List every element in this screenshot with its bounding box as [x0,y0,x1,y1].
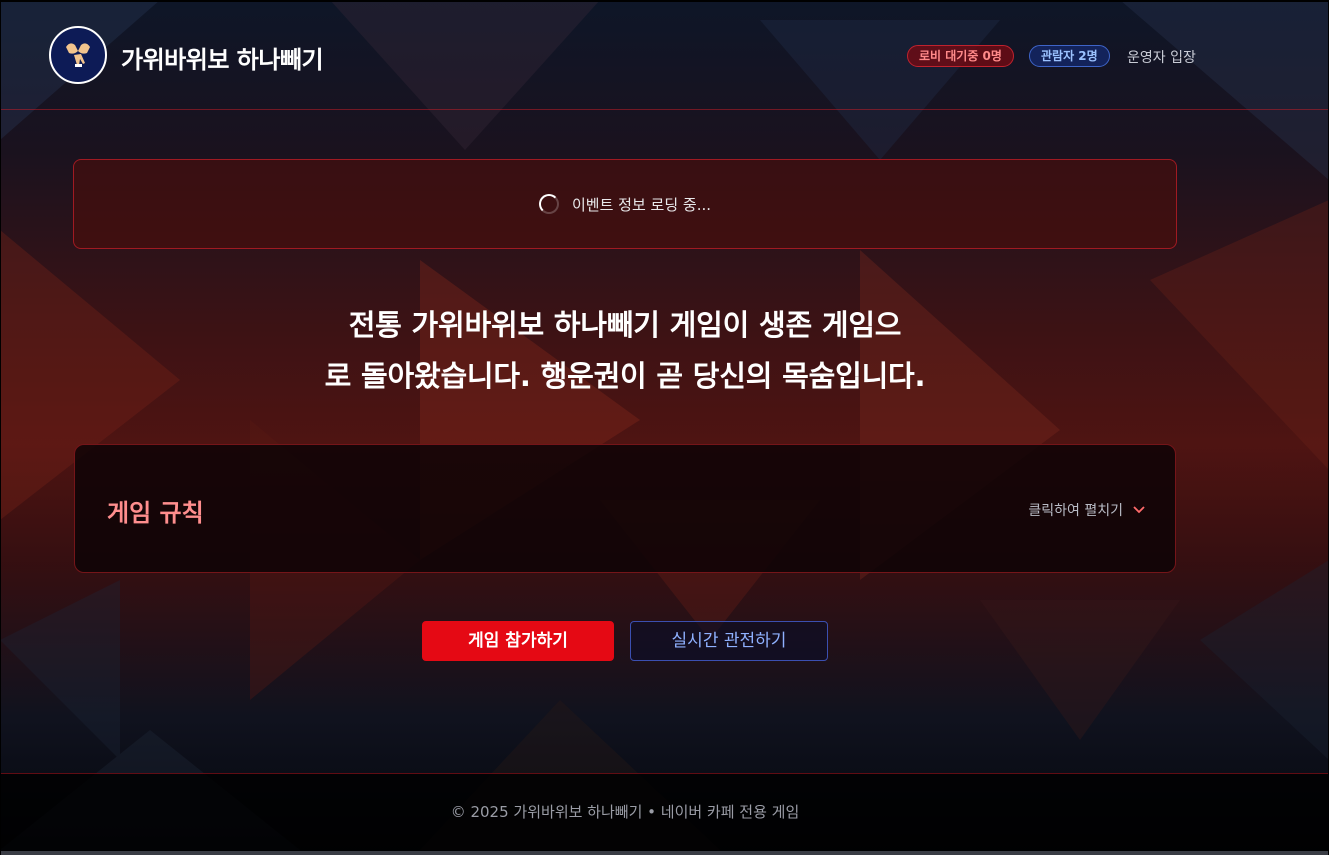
site-logo[interactable] [49,26,107,84]
lobby-count-badge: 로비 대기중 0명 [907,45,1014,67]
horizontal-scrollbar[interactable] [0,851,1329,855]
site-header: 가위바위보 하나빼기 로비 대기중 0명 관람자 2명 운영자 입장 [0,0,1329,110]
spectator-count-badge: 관람자 2명 [1029,45,1110,67]
hero-tagline-line2: 로 돌아왔습니다. 행운권이 곧 당신의 목숨입니다. [324,359,926,393]
site-footer: © 2025 가위바위보 하나빼기 • 네이버 카페 전용 게임 [0,773,1329,853]
join-game-button[interactable]: 게임 참가하기 [422,621,614,661]
site-title[interactable]: 가위바위보 하나빼기 [121,40,324,75]
rules-expand-toggle[interactable]: 클릭하여 펼치기 [1028,500,1145,520]
admin-login-link[interactable]: 운영자 입장 [1127,47,1196,67]
loading-text: 이벤트 정보 로딩 중... [571,195,711,214]
hands-icon [58,33,98,77]
loading-spinner-icon [538,194,559,214]
event-loading-panel: 이벤트 정보 로딩 중... [73,159,1177,249]
watch-live-button[interactable]: 실시간 관전하기 [630,621,828,661]
chevron-down-icon [1133,502,1145,518]
game-rules-panel[interactable]: 게임 규칙 클릭하여 펼치기 [74,444,1176,573]
rules-toggle-label: 클릭하여 펼치기 [1028,503,1123,519]
background [0,0,1329,855]
rules-title: 게임 규칙 [107,499,204,527]
hero-tagline: 전통 가위바위보 하나빼기 게임이 생존 게임으 로 돌아왔습니다. 행운권이 … [275,300,975,402]
hero-tagline-line1: 전통 가위바위보 하나빼기 게임이 생존 게임으 [348,308,902,342]
footer-copyright: © 2025 가위바위보 하나빼기 • 네이버 카페 전용 게임 [450,803,800,821]
background-pattern [0,0,1329,850]
